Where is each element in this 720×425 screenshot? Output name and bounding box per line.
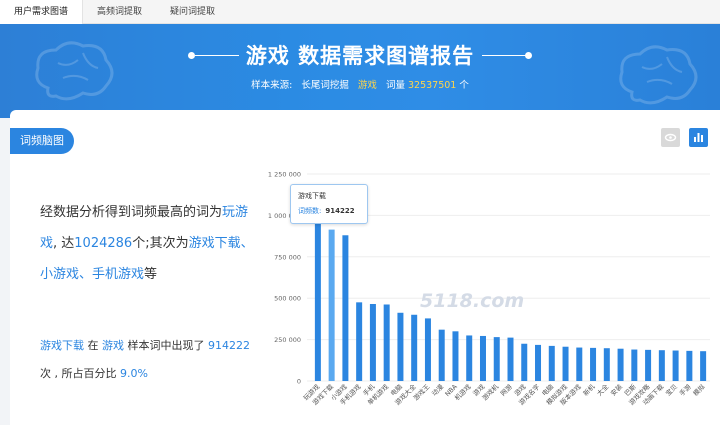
y-tick-label: 750 000 [274,253,301,261]
count-label: 词量 [385,80,405,91]
detail-percent: 9.0% [120,367,148,380]
bar-chart-icon [694,133,703,142]
watermark-text: 5118.com [420,290,525,312]
x-tick-label: 模拟 [691,382,707,398]
summary-part-4: 等 [144,267,158,282]
detail-sample: 游戏 [102,339,124,352]
bar-0[interactable] [314,211,321,381]
y-tick-label: 1 250 000 [268,171,301,179]
bar-5[interactable] [383,304,390,381]
x-tick-label: 机游戏 [452,382,473,403]
count-unit: 个 [459,80,469,91]
bar-11[interactable] [466,335,473,381]
report-banner: 游戏 数据需求图谱报告 样本来源: 长尾词挖掘 游戏 词量 32537501 个 [0,24,720,118]
y-tick-label: 500 000 [274,295,301,303]
x-tick-label: 动漫 [430,382,446,398]
x-tick-label: 大全 [595,382,611,398]
bar-24[interactable] [645,349,652,381]
bar-21[interactable] [603,348,610,381]
summary-text: 经数据分析得到词频最高的词为玩游戏, 达1024286个;其次为游戏下载、小游戏… [40,197,260,290]
bar-23[interactable] [631,349,638,381]
bar-12[interactable] [479,335,486,381]
bar-16[interactable] [535,344,542,381]
bar-19[interactable] [576,347,583,381]
bar-6[interactable] [397,312,404,381]
x-tick-label: 网游 [498,382,514,398]
tab-question-words[interactable]: 疑问词提取 [156,0,229,24]
bar-10[interactable] [452,331,459,381]
chart-tooltip: 游戏下载 词频数: 914222 [290,184,368,224]
top-count: 1024286 [74,236,133,251]
bar-chart-icon-button[interactable] [689,128,708,147]
x-tick-label: 安装 [608,382,624,398]
top-tab-bar: 用户需求图谱 高频词提取 疑问词提取 [0,0,720,24]
source-label: 样本来源: [251,80,293,91]
detail-text: 游戏下载 在 游戏 样本词中出现了 914222 次 , 所占百分比 9.0% [40,332,260,388]
summary-part-3: 个;其次为 [132,236,189,251]
detail-count: 914222 [208,339,250,352]
bar-9[interactable] [438,329,445,381]
x-tick-label: 新机 [581,382,597,398]
decor-line-right [482,55,526,56]
bar-8[interactable] [424,318,431,381]
decor-dot-right [525,52,532,59]
bar-22[interactable] [617,348,624,381]
x-tick-label: 宝贝 [663,382,679,398]
tab-user-demand-map[interactable]: 用户需求图谱 [0,0,84,24]
x-tick-label: 游戏机 [480,382,501,403]
eye-icon-button[interactable] [661,128,680,147]
bar-27[interactable] [686,350,693,381]
bar-28[interactable] [700,351,707,381]
bar-14[interactable] [507,337,514,381]
bar-2[interactable] [342,235,349,381]
detail-part-1: 在 [87,339,99,352]
bar-3[interactable] [356,302,363,381]
tooltip-label: 词频数: [298,207,322,215]
bar-7[interactable] [411,314,418,381]
banner-subtitle: 样本来源: 长尾词挖掘 游戏 词量 32537501 个 [0,77,720,91]
detail-part-2: 样本词中出现了 [127,339,205,352]
bar-17[interactable] [548,345,555,381]
bar-15[interactable] [521,343,528,381]
bar-25[interactable] [658,350,665,381]
bar-20[interactable] [590,347,597,381]
page-title: 游戏 数据需求图谱报告 [245,44,475,68]
y-tick-label: 250 000 [274,336,301,344]
tab-high-frequency-words[interactable]: 高频词提取 [83,0,156,24]
detail-part-3: 次 , 所占百分比 [40,367,117,380]
x-tick-label: 游戏王 [411,382,432,403]
summary-part-2: , 达 [53,236,75,251]
y-tick-label: 0 [297,378,301,386]
count-value: 32537501 [407,80,457,91]
tooltip-value: 914222 [325,207,355,215]
bar-13[interactable] [493,337,500,381]
summary-part-1: 经数据分析得到词频最高的词为 [40,205,223,220]
keyword-value: 游戏 [357,80,377,91]
bar-18[interactable] [562,346,569,381]
bar-1[interactable] [328,229,335,381]
detail-word: 游戏下载 [40,339,84,352]
tooltip-title: 游戏下载 [298,192,326,200]
bar-4[interactable] [369,303,376,381]
source-value: 长尾词挖掘 [301,80,349,91]
eye-icon [664,133,677,142]
bar-26[interactable] [672,350,679,381]
x-tick-label: 手游 [677,382,693,398]
section-tag: 词频脑图 [10,128,74,154]
